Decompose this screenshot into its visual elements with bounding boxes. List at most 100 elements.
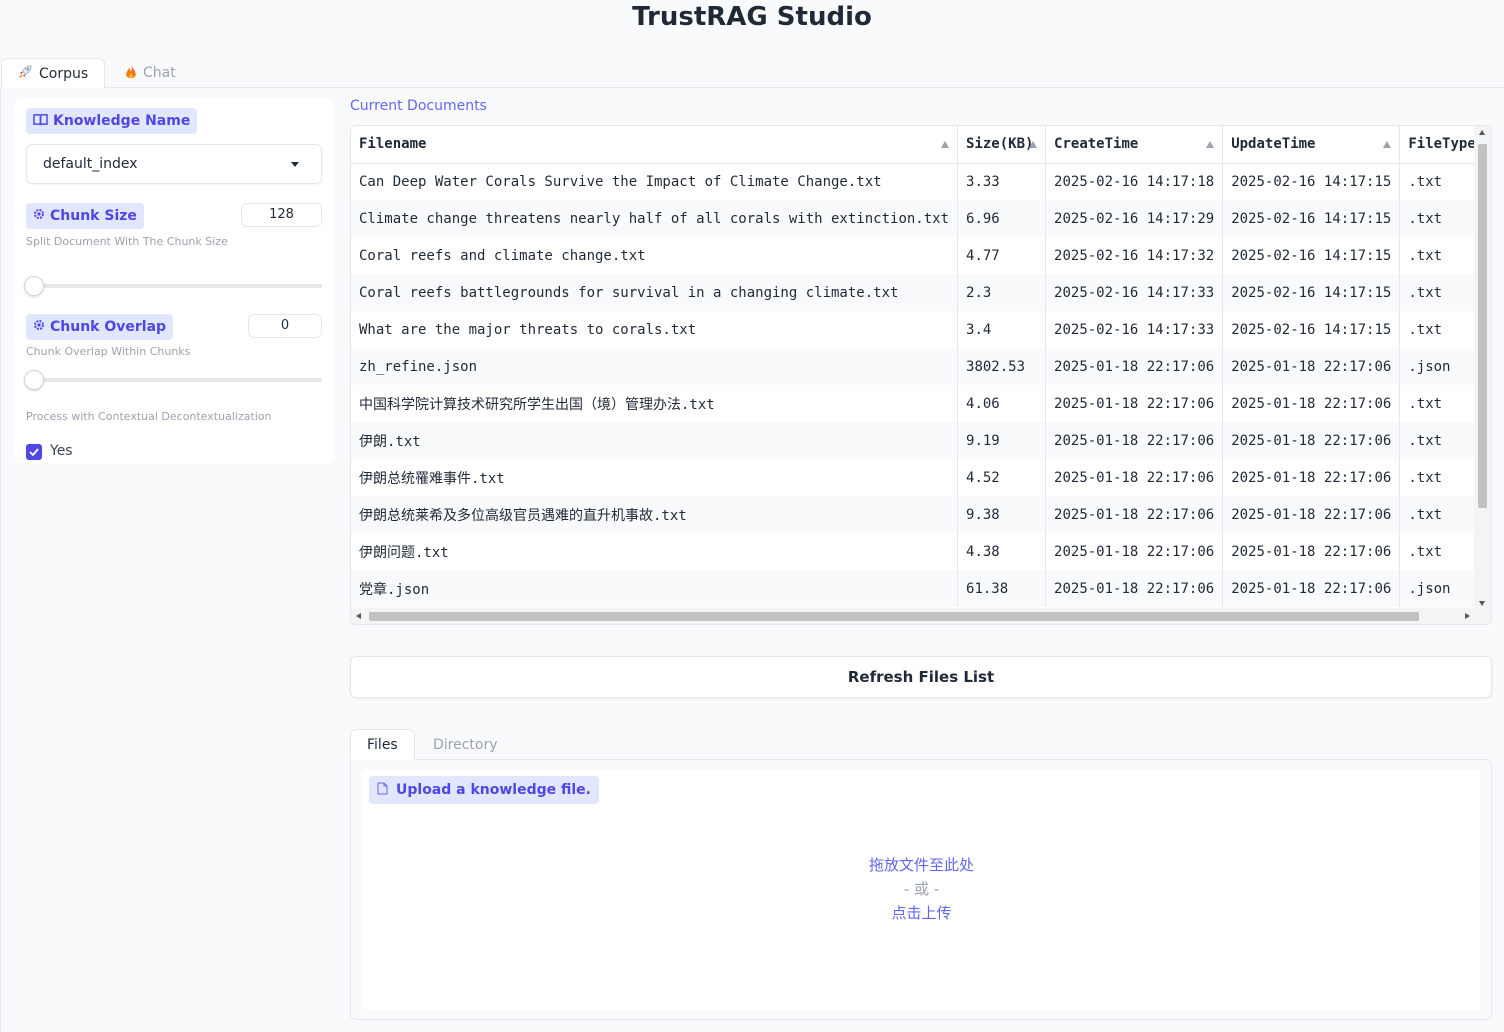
cell-createtime: 2025-01-18 22:17:06 [1045,385,1224,422]
cell-updatetime: 2025-01-18 22:17:06 [1222,459,1401,496]
documents-table[interactable]: Filename Size(KB) CreateTime UpdateTime … [350,125,1492,625]
cell-createtime: 2025-02-16 14:17:18 [1045,163,1224,200]
cell-updatetime: 2025-02-16 14:17:15 [1222,274,1401,311]
cell-filename: 伊朗.txt [351,422,959,459]
column-header-size[interactable]: Size(KB) [957,126,1047,164]
rocket-icon [18,64,33,83]
chunk-size-slider-thumb[interactable] [24,276,44,296]
table-header-row: Filename Size(KB) CreateTime UpdateTime … [351,126,1491,164]
cell-updatetime: 2025-01-18 22:17:06 [1222,385,1401,422]
cell-filename: 伊朗总统莱希及多位高级官员遇难的直升机事故.txt [351,496,959,533]
book-icon [33,113,48,130]
cell-createtime: 2025-02-16 14:17:29 [1045,200,1224,237]
cell-updatetime: 2025-02-16 14:17:15 [1222,237,1401,274]
decontext-checkbox[interactable] [26,444,42,460]
knowledge-name-dropdown[interactable]: default_index [26,144,322,184]
vertical-scroll-thumb[interactable] [1478,144,1487,508]
horizontal-scroll-thumb[interactable] [369,612,1419,621]
cell-size: 9.19 [957,422,1047,459]
cell-createtime: 2025-01-18 22:17:06 [1045,459,1224,496]
chunk-overlap-input[interactable]: 0 [248,314,322,338]
or-separator: - 或 - [903,880,940,898]
app-title: TrustRAG Studio [632,2,872,32]
knowledge-name-value: default_index [43,156,138,172]
cell-size: 4.52 [957,459,1047,496]
table-row[interactable]: 伊朗总统莱希及多位高级官员遇难的直升机事故.txt 9.38 2025-01-18 … [351,496,1491,533]
table-row[interactable]: Can Deep Water Corals Survive the Impact… [351,163,1491,200]
cell-size: 4.77 [957,237,1047,274]
tab-chat[interactable]: Chat [109,58,192,88]
corpus-panel: Knowledge Name default_index Chunk Size … [0,88,1504,1032]
cell-updatetime: 2025-02-16 14:17:15 [1222,311,1401,348]
cell-size: 3802.53 [957,348,1047,385]
click-upload-text[interactable]: 点击上传 [363,902,1480,923]
tab-files[interactable]: Files [350,729,415,760]
cell-size: 3.33 [957,163,1047,200]
chunk-size-label: Chunk Size [26,203,144,229]
table-horizontal-scrollbar[interactable] [351,608,1491,624]
table-vertical-scrollbar[interactable] [1474,126,1491,610]
table-row[interactable]: zh_refine.json 3802.53 2025-01-18 22:17:06… [351,348,1491,385]
cell-filename: 伊朗总统罹难事件.txt [351,459,959,496]
cell-filename: zh_refine.json [351,348,959,385]
cell-filename: 党章.json [351,570,959,607]
column-header-createtime[interactable]: CreateTime [1045,126,1224,164]
tab-directory[interactable]: Directory [417,729,514,760]
sort-arrow-icon[interactable] [1383,141,1392,148]
cell-createtime: 2025-01-18 22:17:06 [1045,570,1224,607]
cell-updatetime: 2025-01-18 22:17:06 [1222,496,1401,533]
table-row[interactable]: 党章.json 61.38 2025-01-18 22:17:06 2025-01-1… [351,570,1491,607]
refresh-files-button[interactable]: Refresh Files List [350,656,1492,698]
cell-updatetime: 2025-01-18 22:17:06 [1222,533,1401,570]
cell-size: 3.4 [957,311,1047,348]
cell-size: 9.38 [957,496,1047,533]
sort-arrow-icon[interactable] [941,141,950,148]
column-header-updatetime[interactable]: UpdateTime [1222,126,1401,164]
sort-arrow-icon[interactable] [1029,141,1038,148]
cell-filename: 中国科学院计算技术研究所学生出国（境）管理办法.txt [351,385,959,422]
table-row[interactable]: What are the major threats to corals.txt… [351,311,1491,348]
cell-createtime: 2025-02-16 14:17:33 [1045,311,1224,348]
cell-filename: What are the major threats to corals.txt [351,311,959,348]
cell-size: 6.96 [957,200,1047,237]
cell-size: 61.38 [957,570,1047,607]
cell-filename: Climate change threatens nearly half of … [351,200,959,237]
chunk-overlap-slider[interactable] [24,370,322,390]
column-header-filename[interactable]: Filename [351,126,959,164]
chunk-overlap-slider-thumb[interactable] [24,370,44,390]
cell-createtime: 2025-02-16 14:17:32 [1045,237,1224,274]
gear-icon [33,319,45,335]
table-row[interactable]: 伊朗.txt 9.19 2025-01-18 22:17:06 2025-01-18 … [351,422,1491,459]
scroll-right-icon[interactable] [1465,613,1470,619]
cell-filename: Coral reefs and climate change.txt [351,237,959,274]
cell-createtime: 2025-02-16 14:17:33 [1045,274,1224,311]
table-row[interactable]: 中国科学院计算技术研究所学生出国（境）管理办法.txt 4.06 2025-01-1… [351,385,1491,422]
cell-createtime: 2025-01-18 22:17:06 [1045,348,1224,385]
cell-updatetime: 2025-01-18 22:17:06 [1222,422,1401,459]
upload-panel: Upload a knowledge file. 拖放文件至此处 - 或 - 点… [350,759,1492,1020]
knowledge-name-label: Knowledge Name [26,108,198,134]
decontext-checkbox-label: Yes [50,443,73,459]
cell-updatetime: 2025-01-18 22:17:06 [1222,348,1401,385]
tab-chat-label: Chat [143,65,176,81]
settings-sidebar: Knowledge Name default_index Chunk Size … [14,98,334,464]
table-row[interactable]: Coral reefs and climate change.txt 4.77 20… [351,237,1491,274]
cell-updatetime: 2025-02-16 14:17:15 [1222,200,1401,237]
table-row[interactable]: Coral reefs battlegrounds for survival i… [351,274,1491,311]
scroll-down-icon[interactable] [1479,601,1485,606]
table-row[interactable]: 伊朗问题.txt 4.38 2025-01-18 22:17:06 2025-01-1… [351,533,1491,570]
file-dropzone[interactable]: Upload a knowledge file. 拖放文件至此处 - 或 - 点… [363,770,1480,1010]
upload-label: Upload a knowledge file. [369,776,599,804]
scroll-left-icon[interactable] [356,613,361,619]
cell-filename: Coral reefs battlegrounds for survival i… [351,274,959,311]
scroll-up-icon[interactable] [1479,130,1485,135]
table-row[interactable]: Climate change threatens nearly half of … [351,200,1491,237]
sort-arrow-icon[interactable] [1206,141,1215,148]
tab-corpus[interactable]: Corpus [1,58,106,89]
chunk-size-slider[interactable] [24,276,322,296]
upload-section: Files Directory Upload a knowledge file.… [350,729,1492,1020]
chunk-size-input[interactable]: 128 [241,203,322,227]
table-row[interactable]: 伊朗总统罹难事件.txt 4.52 2025-01-18 22:17:06 2025-… [351,459,1491,496]
cell-updatetime: 2025-02-16 14:17:15 [1222,163,1401,200]
fire-icon [125,64,137,83]
